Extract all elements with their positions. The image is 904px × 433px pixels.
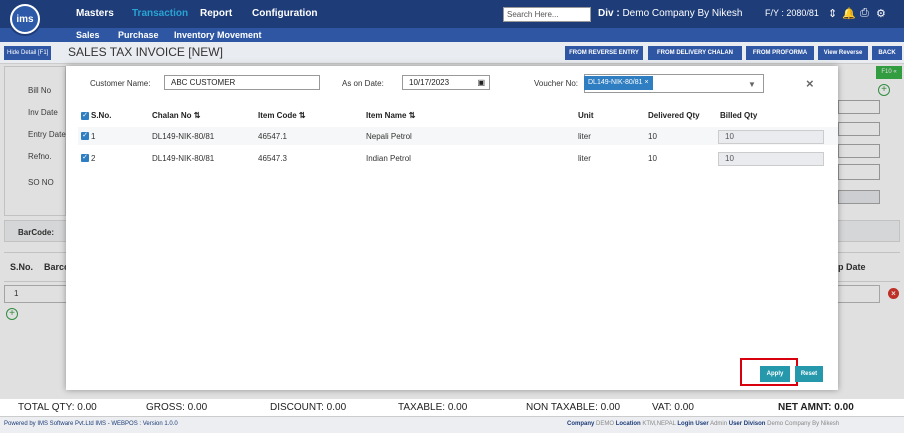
col-billed-qty: Billed Qty [720, 111, 758, 120]
from-proforma-button[interactable]: FROM PROFORMA [746, 46, 814, 60]
row-item-code: 46547.1 [258, 132, 287, 141]
submenu-sales[interactable]: Sales [76, 30, 100, 40]
col-item-code[interactable]: Item Code ⇅ [258, 111, 306, 120]
select-all-checkbox[interactable]: ✓ [81, 112, 89, 120]
row-delivered-qty: 10 [648, 154, 657, 163]
fiscal-year: F/Y : 2080/81 [765, 8, 819, 18]
menu-masters[interactable]: Masters [76, 8, 114, 19]
login-label: Login User [677, 421, 709, 427]
division-display: Div : Demo Company By Nikesh [598, 8, 743, 19]
login-value: Admin [710, 421, 728, 427]
non-taxable-total: NON TAXABLE: 0.00 [526, 402, 621, 413]
row-item-name: Indian Petrol [366, 154, 411, 163]
page-title: SALES TAX INVOICE [NEW] [68, 45, 223, 59]
print-icon[interactable]: ⎙ [860, 7, 869, 20]
customer-name-field[interactable]: ABC CUSTOMER [164, 75, 320, 90]
col-chalan-no-label: Chalan No [152, 111, 192, 120]
row-checkbox[interactable]: ✓ [81, 132, 89, 140]
row-sno: 2 [91, 154, 96, 163]
apply-button[interactable]: Apply [760, 366, 790, 382]
from-reverse-entry-button[interactable]: FROM REVERSE ENTRY [565, 46, 643, 60]
search-input[interactable]: Search Here... [503, 7, 591, 22]
as-on-date-field[interactable]: 10/17/2023 ▣ [402, 75, 490, 90]
billed-qty-field[interactable]: 10 [718, 152, 824, 166]
voucher-tag[interactable]: DL149-NIK-80/81 × [584, 76, 653, 90]
location-value: KTM,NEPAL [642, 421, 676, 427]
powered-by: Powered by IMS Software Pvt.Ltd IMS - WE… [4, 421, 178, 427]
as-on-date-label: As on Date: [342, 79, 384, 88]
division-footer-label: User Divison [728, 421, 766, 427]
gear-icon[interactable]: ⚙ [876, 7, 886, 20]
voucher-no-label: Voucher No: [534, 79, 579, 88]
row-sno: 1 [91, 132, 96, 141]
session-info: Company DEMO Location KTM,NEPAL Login Us… [567, 421, 839, 427]
company-label: Company [567, 421, 595, 427]
vat-total: VAT: 0.00 [652, 402, 694, 413]
chevron-down-icon[interactable]: ▼ [748, 80, 756, 89]
row-checkbox[interactable]: ✓ [81, 154, 89, 162]
row-delivered-qty: 10 [648, 132, 657, 141]
sort-icon[interactable]: ⇅ [194, 111, 201, 120]
voucher-tag-text: DL149-NIK-80/81 [588, 79, 643, 86]
view-reverse-button[interactable]: View Reverse [818, 46, 868, 60]
as-on-date-value: 10/17/2023 [409, 78, 450, 87]
discount-total: DISCOUNT: 0.00 [270, 402, 347, 413]
col-sno: S.No. [91, 111, 112, 120]
division-footer-value: Demo Company By Nikesh [767, 421, 840, 427]
row-chalan-no: DL149-NIK-80/81 [152, 154, 215, 163]
location-label: Location [615, 421, 641, 427]
bell-icon[interactable]: 🔔 [842, 7, 856, 20]
customer-name-label: Customer Name: [90, 79, 151, 88]
col-item-name-label: Item Name [366, 111, 407, 120]
row-unit: liter [578, 154, 591, 163]
voucher-tag-remove-icon[interactable]: × [644, 79, 648, 86]
row-item-name: Nepali Petrol [366, 132, 412, 141]
sort-icon[interactable]: ⇅ [409, 111, 416, 120]
billed-qty-field[interactable]: 10 [718, 130, 824, 144]
row-chalan-no: DL149-NIK-80/81 [152, 132, 215, 141]
ims-logo[interactable]: ims [8, 2, 42, 36]
hide-detail-button[interactable]: Hide Detail [F1] [4, 46, 52, 60]
reset-button[interactable]: Reset [795, 366, 823, 382]
menu-configuration[interactable]: Configuration [252, 8, 318, 19]
back-button[interactable]: BACK [872, 46, 902, 60]
gross-total: GROSS: 0.00 [146, 402, 208, 413]
row-item-code: 46547.3 [258, 154, 287, 163]
col-item-code-label: Item Code [258, 111, 297, 120]
col-unit: Unit [578, 111, 594, 120]
taxable-total: TAXABLE: 0.00 [398, 402, 468, 413]
net-amount: NET AMNT: 0.00 [778, 402, 854, 413]
col-chalan-no[interactable]: Chalan No ⇅ [152, 111, 201, 120]
sort-icon[interactable]: ⇅ [299, 111, 306, 120]
fy-toggle-icon[interactable]: ⇕ [828, 7, 837, 20]
row-unit: liter [578, 132, 591, 141]
submenu-inventory-movement[interactable]: Inventory Movement [174, 30, 262, 40]
division-label: Div : [598, 8, 620, 19]
submenu-purchase[interactable]: Purchase [118, 30, 159, 40]
close-icon[interactable]: × [806, 76, 814, 91]
col-delivered-qty: Delivered Qty [648, 111, 700, 120]
division-value: Demo Company By Nikesh [622, 8, 743, 19]
total-qty: TOTAL QTY: 0.00 [18, 402, 97, 413]
from-delivery-chalan-button[interactable]: FROM DELIVERY CHALAN [648, 46, 742, 60]
col-item-name[interactable]: Item Name ⇅ [366, 111, 415, 120]
menu-report[interactable]: Report [200, 8, 232, 19]
menu-transaction[interactable]: Transaction [132, 8, 188, 19]
company-value: DEMO [596, 421, 615, 427]
calendar-icon[interactable]: ▣ [477, 76, 485, 89]
logo-text: ims [12, 6, 38, 32]
